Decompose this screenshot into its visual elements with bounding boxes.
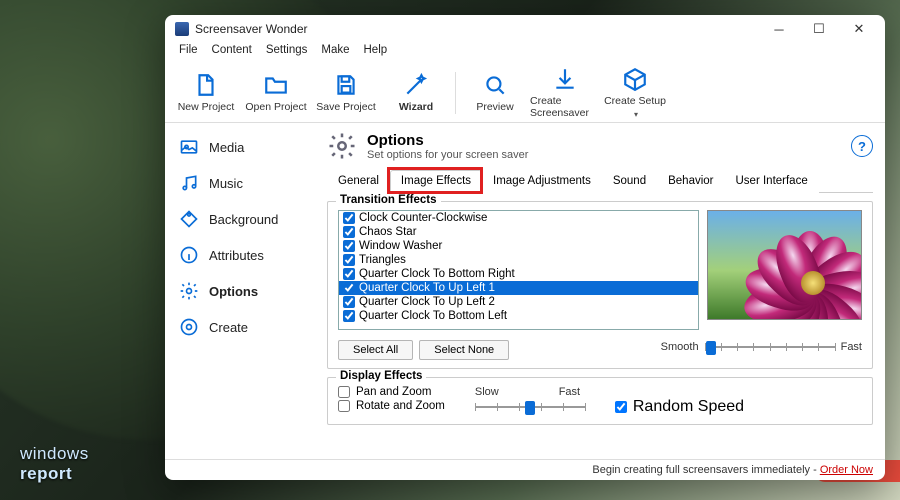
panel-header: Options Set options for your screen save… [327, 131, 873, 161]
panel-subtitle: Set options for your screen saver [367, 149, 528, 161]
speed-label-fast: Fast [841, 341, 862, 353]
maximize-button[interactable]: ☐ [799, 15, 839, 43]
rotate-zoom-checkbox[interactable]: Rotate and Zoom [338, 400, 445, 412]
sidebar-item-attributes[interactable]: Attributes [165, 237, 314, 273]
tag-icon [179, 209, 199, 229]
folder-icon [263, 72, 289, 98]
close-button[interactable]: ✕ [839, 15, 879, 43]
pan-zoom-checkbox[interactable]: Pan and Zoom [338, 386, 445, 398]
effect-item[interactable]: Clock Counter-Clockwise [339, 211, 698, 225]
tab-image-effects[interactable]: Image Effects [390, 170, 482, 193]
group-label: Display Effects [336, 370, 426, 382]
transition-speed-slider[interactable] [705, 338, 835, 356]
toolbar: New ProjectOpen ProjectSave ProjectWizar… [165, 63, 885, 123]
order-now-link[interactable]: Order Now [820, 464, 873, 476]
tab-sound[interactable]: Sound [602, 170, 657, 193]
display-effects-group: Display Effects Pan and Zoom Rotate and … [327, 377, 873, 425]
effect-item[interactable]: Quarter Clock To Up Left 1 [339, 281, 698, 295]
help-button[interactable]: ? [851, 135, 873, 157]
titlebar: Screensaver Wonder ─ ☐ ✕ [165, 15, 885, 43]
status-bar: Begin creating full screensavers immedia… [165, 459, 885, 480]
app-title: Screensaver Wonder [195, 22, 308, 36]
watermark: windowsreport [20, 444, 89, 484]
gear-icon [327, 131, 357, 161]
effect-item[interactable]: Quarter Clock To Bottom Right [339, 267, 698, 281]
disc-icon [179, 317, 199, 337]
create-setup-button[interactable]: Create Setup [600, 65, 670, 121]
gear-icon [179, 281, 199, 301]
speed-label-slow: Slow [475, 386, 499, 398]
info-icon [179, 245, 199, 265]
minimize-button[interactable]: ─ [759, 15, 799, 43]
tab-general[interactable]: General [327, 170, 390, 193]
speed-label-fast2: Fast [559, 386, 580, 398]
random-speed-checkbox[interactable]: Random Speed [615, 398, 744, 416]
tab-bar: GeneralImage EffectsImage AdjustmentsSou… [327, 169, 873, 193]
select-all-button[interactable]: Select All [338, 340, 413, 360]
slider-thumb[interactable] [525, 401, 535, 415]
wizard-button[interactable]: Wizard [381, 65, 451, 121]
menu-make[interactable]: Make [315, 43, 355, 63]
sidebar-item-background[interactable]: Background [165, 201, 314, 237]
sidebar: MediaMusicBackgroundAttributesOptionsCre… [165, 123, 315, 459]
speed-label-smooth: Smooth [661, 341, 699, 353]
display-speed-slider[interactable] [475, 398, 585, 416]
preview-button[interactable]: Preview [460, 65, 530, 121]
effect-item[interactable]: Triangles [339, 253, 698, 267]
save-project-button[interactable]: Save Project [311, 65, 381, 121]
search-icon [482, 72, 508, 98]
menu-file[interactable]: File [173, 43, 204, 63]
sidebar-item-media[interactable]: Media [165, 129, 314, 165]
panel-title: Options [367, 132, 528, 149]
slider-thumb[interactable] [706, 341, 716, 355]
file-icon [193, 72, 219, 98]
menu-content[interactable]: Content [206, 43, 258, 63]
sidebar-item-create[interactable]: Create [165, 309, 314, 345]
app-window: Screensaver Wonder ─ ☐ ✕ FileContentSett… [165, 15, 885, 480]
box-icon [622, 66, 648, 92]
tab-behavior[interactable]: Behavior [657, 170, 724, 193]
sidebar-item-music[interactable]: Music [165, 165, 314, 201]
download-icon [552, 66, 578, 92]
transition-listbox[interactable]: Clock Counter-ClockwiseChaos StarWindow … [338, 210, 699, 330]
effect-item[interactable]: Quarter Clock To Up Left 2 [339, 295, 698, 309]
effect-item[interactable]: Window Washer [339, 239, 698, 253]
open-project-button[interactable]: Open Project [241, 65, 311, 121]
effect-item[interactable]: Quarter Clock To Bottom Left [339, 309, 698, 323]
group-label: Transition Effects [336, 194, 441, 206]
wand-icon [403, 72, 429, 98]
main-panel: Options Set options for your screen save… [315, 123, 885, 459]
menu-help[interactable]: Help [358, 43, 394, 63]
menu-settings[interactable]: Settings [260, 43, 314, 63]
music-icon [179, 173, 199, 193]
app-icon [175, 22, 189, 36]
new-project-button[interactable]: New Project [171, 65, 241, 121]
transition-preview [707, 210, 862, 320]
tab-image-adjustments[interactable]: Image Adjustments [482, 170, 602, 193]
menubar: FileContentSettingsMakeHelp [165, 43, 885, 63]
save-icon [333, 72, 359, 98]
transition-effects-group: Transition Effects Clock Counter-Clockwi… [327, 201, 873, 369]
effect-item[interactable]: Chaos Star [339, 225, 698, 239]
select-none-button[interactable]: Select None [419, 340, 509, 360]
tab-user-interface[interactable]: User Interface [725, 170, 819, 193]
sidebar-item-options[interactable]: Options [165, 273, 314, 309]
create-screensaver-button[interactable]: Create Screensaver [530, 65, 600, 121]
media-icon [179, 137, 199, 157]
